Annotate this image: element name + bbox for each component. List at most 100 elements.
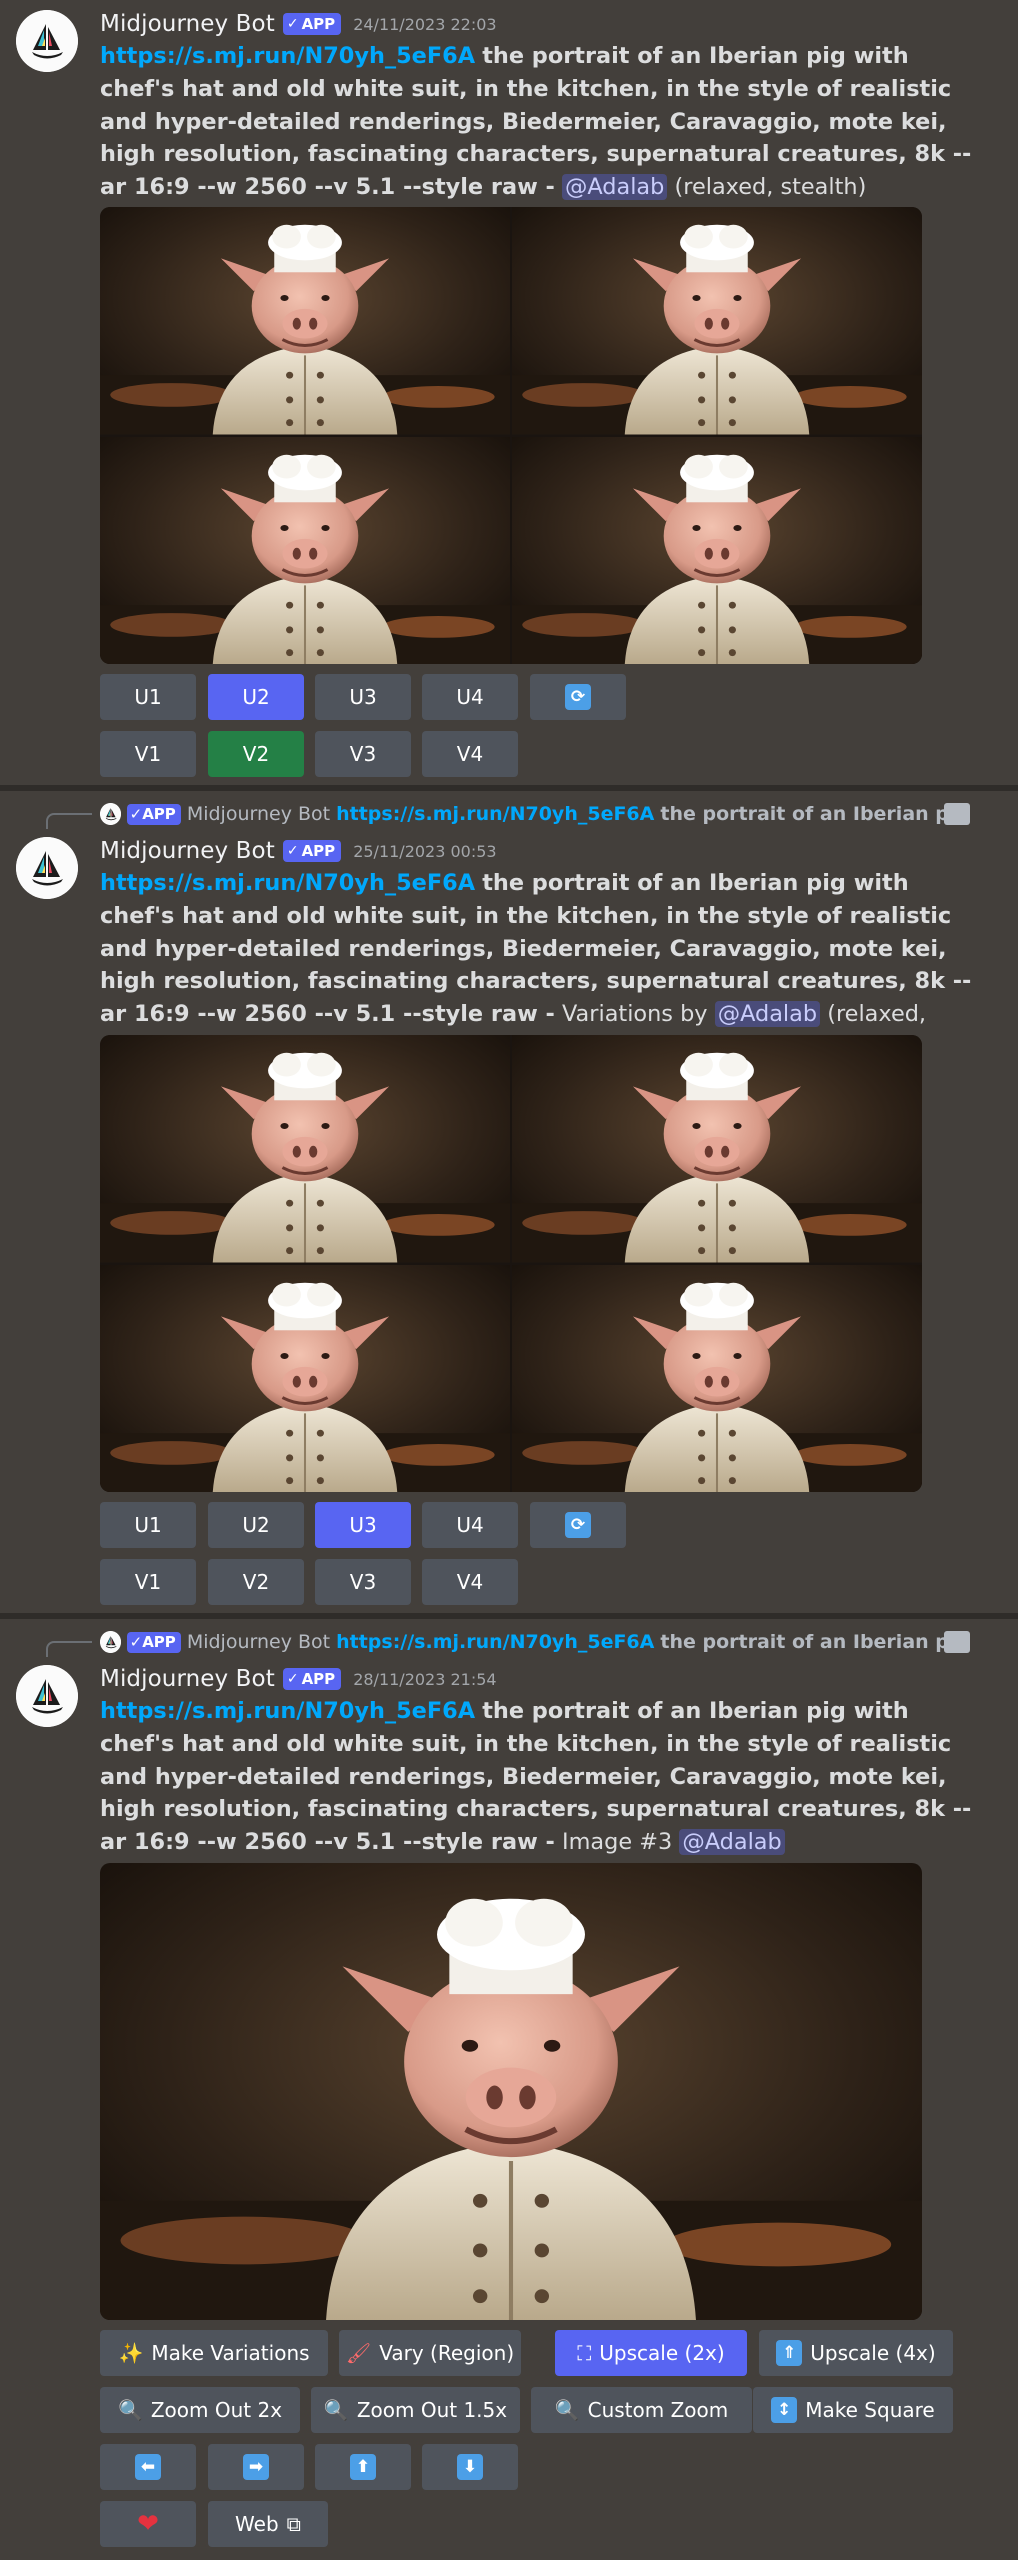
- timestamp: 25/11/2023 00:53: [353, 841, 497, 861]
- reply-text: the portrait of an Iberian pig...: [660, 803, 970, 825]
- expand-icon: ⛶: [577, 2341, 592, 2365]
- reply-text: the portrait of an Iberian pig...: [660, 1631, 970, 1653]
- upload-icon: ⇑: [776, 2340, 803, 2366]
- vertical-arrows-icon: ↕: [771, 2397, 798, 2423]
- v1-button[interactable]: V1: [100, 731, 196, 777]
- web-button[interactable]: Web ⧉: [208, 2501, 328, 2547]
- grid-image-2[interactable]: [512, 1035, 922, 1263]
- v1-button[interactable]: V1: [100, 1559, 196, 1605]
- bot-avatar[interactable]: [16, 837, 78, 899]
- user-mention[interactable]: @Adalab: [679, 1829, 785, 1856]
- upscale-4x-button[interactable]: ⇑ Upscale (4x): [759, 2330, 953, 2376]
- reply-connector: [46, 1641, 92, 1657]
- image-icon: [944, 1631, 970, 1653]
- bot-avatar[interactable]: [16, 1665, 78, 1727]
- grid-image-1[interactable]: [100, 207, 510, 435]
- v2-button[interactable]: V2: [208, 1559, 304, 1605]
- refresh-icon: ⟳: [565, 684, 591, 710]
- external-link-icon: ⧉: [286, 2512, 301, 2536]
- reroll-button[interactable]: ⟳: [530, 674, 626, 720]
- pan-up-button[interactable]: ⬆: [315, 2444, 411, 2490]
- zoom-out-1-5x-button[interactable]: 🔍 Zoom Out 1.5x: [311, 2387, 520, 2433]
- u2-button[interactable]: U2: [208, 674, 304, 720]
- heart-icon: ❤: [137, 2509, 159, 2539]
- u3-button[interactable]: U3: [315, 674, 411, 720]
- v4-button[interactable]: V4: [422, 731, 518, 777]
- upscaled-image[interactable]: [100, 1863, 922, 2320]
- message-2: ✓ APP Midjourney Bot https://s.mj.run/N7…: [0, 791, 1018, 1613]
- custom-zoom-button[interactable]: 🔍 Custom Zoom: [531, 2387, 752, 2433]
- reply-app-badge: ✓ APP: [126, 1631, 181, 1653]
- magnifier-icon: 🔍: [117, 2398, 143, 2422]
- verified-check-icon: ✓: [286, 843, 299, 859]
- sparkles-icon: ✨: [118, 2341, 144, 2365]
- timestamp: 28/11/2023 21:54: [353, 1669, 497, 1689]
- reply-username: Midjourney Bot: [186, 1631, 331, 1653]
- reply-link[interactable]: https://s.mj.run/N70yh_5eF6A: [336, 803, 654, 825]
- make-square-button[interactable]: ↕ Make Square: [753, 2387, 953, 2433]
- u4-button[interactable]: U4: [422, 674, 518, 720]
- pan-down-button[interactable]: ⬇: [422, 2444, 518, 2490]
- u2-button[interactable]: U2: [208, 1502, 304, 1548]
- reply-username: Midjourney Bot: [186, 803, 331, 825]
- bot-username[interactable]: Midjourney Bot: [100, 11, 275, 37]
- grid-image-1[interactable]: [100, 1035, 510, 1263]
- reply-connector: [46, 813, 92, 829]
- zoom-out-2x-button[interactable]: 🔍 Zoom Out 2x: [100, 2387, 300, 2433]
- upscale-2x-button[interactable]: ⛶ Upscale (2x): [555, 2330, 747, 2376]
- arrow-right-icon: ➡: [243, 2454, 269, 2480]
- bot-username[interactable]: Midjourney Bot: [100, 1666, 275, 1692]
- reply-avatar: [100, 1631, 121, 1653]
- grid-image-3[interactable]: [100, 437, 510, 665]
- timestamp: 24/11/2023 22:03: [353, 14, 497, 34]
- bot-username[interactable]: Midjourney Bot: [100, 838, 275, 864]
- grid-image-3[interactable]: [100, 1265, 510, 1493]
- bot-avatar[interactable]: [16, 10, 78, 72]
- reply-app-badge: ✓ APP: [126, 803, 181, 825]
- pan-left-button[interactable]: ⬅: [100, 2444, 196, 2490]
- image-icon: [944, 803, 970, 825]
- message-1: Midjourney Bot ✓ APP 24/11/2023 22:03 htt…: [0, 0, 1018, 785]
- prompt-link[interactable]: https://s.mj.run/N70yh_5eF6A: [100, 43, 475, 69]
- variations-by-text: Variations by: [561, 1001, 708, 1028]
- favorite-button[interactable]: ❤: [100, 2501, 196, 2547]
- grid-image-4[interactable]: [512, 437, 922, 665]
- pan-right-button[interactable]: ➡: [208, 2444, 304, 2490]
- user-mention[interactable]: @Adalab: [714, 1001, 821, 1028]
- grid-image-2[interactable]: [512, 207, 922, 435]
- image-grid[interactable]: [100, 1035, 922, 1492]
- app-badge: ✓ APP: [282, 13, 342, 35]
- reply-link[interactable]: https://s.mj.run/N70yh_5eF6A: [336, 1631, 654, 1653]
- brush-icon: 🖌: [345, 2341, 372, 2365]
- image-number-text: Image #3: [561, 1829, 673, 1856]
- message-content: https://s.mj.run/N70yh_5eF6A the portrai…: [100, 40, 980, 204]
- prompt-link[interactable]: https://s.mj.run/N70yh_5eF6A: [100, 870, 475, 896]
- prompt-link[interactable]: https://s.mj.run/N70yh_5eF6A: [100, 1698, 475, 1724]
- v3-button[interactable]: V3: [315, 1559, 411, 1605]
- v4-button[interactable]: V4: [422, 1559, 518, 1605]
- app-badge: ✓ APP: [282, 1668, 342, 1690]
- reply-preview[interactable]: ✓ APP Midjourney Bot https://s.mj.run/N7…: [100, 800, 970, 828]
- arrow-left-icon: ⬅: [135, 2454, 161, 2480]
- make-variations-button[interactable]: ✨ Make Variations: [100, 2330, 328, 2376]
- arrow-up-icon: ⬆: [350, 2454, 376, 2480]
- user-mention[interactable]: @Adalab: [561, 174, 668, 201]
- v3-button[interactable]: V3: [315, 731, 411, 777]
- magnifier-icon: 🔍: [554, 2398, 580, 2422]
- app-badge: ✓ APP: [282, 840, 342, 862]
- v2-button[interactable]: V2: [208, 731, 304, 777]
- reply-preview[interactable]: ✓ APP Midjourney Bot https://s.mj.run/N7…: [100, 1628, 970, 1656]
- image-grid[interactable]: [100, 207, 922, 664]
- reroll-button[interactable]: ⟳: [530, 1502, 626, 1548]
- arrow-down-icon: ⬇: [457, 2454, 483, 2480]
- verified-check-icon: ✓: [286, 1671, 299, 1687]
- u4-button[interactable]: U4: [422, 1502, 518, 1548]
- mode-text: (relaxed, stealth): [674, 174, 867, 201]
- message-content: https://s.mj.run/N70yh_5eF6A the portrai…: [100, 1695, 980, 1859]
- vary-region-button[interactable]: 🖌 Vary (Region): [339, 2330, 521, 2376]
- u1-button[interactable]: U1: [100, 1502, 196, 1548]
- magnifier-icon: 🔍: [323, 2398, 349, 2422]
- grid-image-4[interactable]: [512, 1265, 922, 1493]
- u3-button[interactable]: U3: [315, 1502, 411, 1548]
- u1-button[interactable]: U1: [100, 674, 196, 720]
